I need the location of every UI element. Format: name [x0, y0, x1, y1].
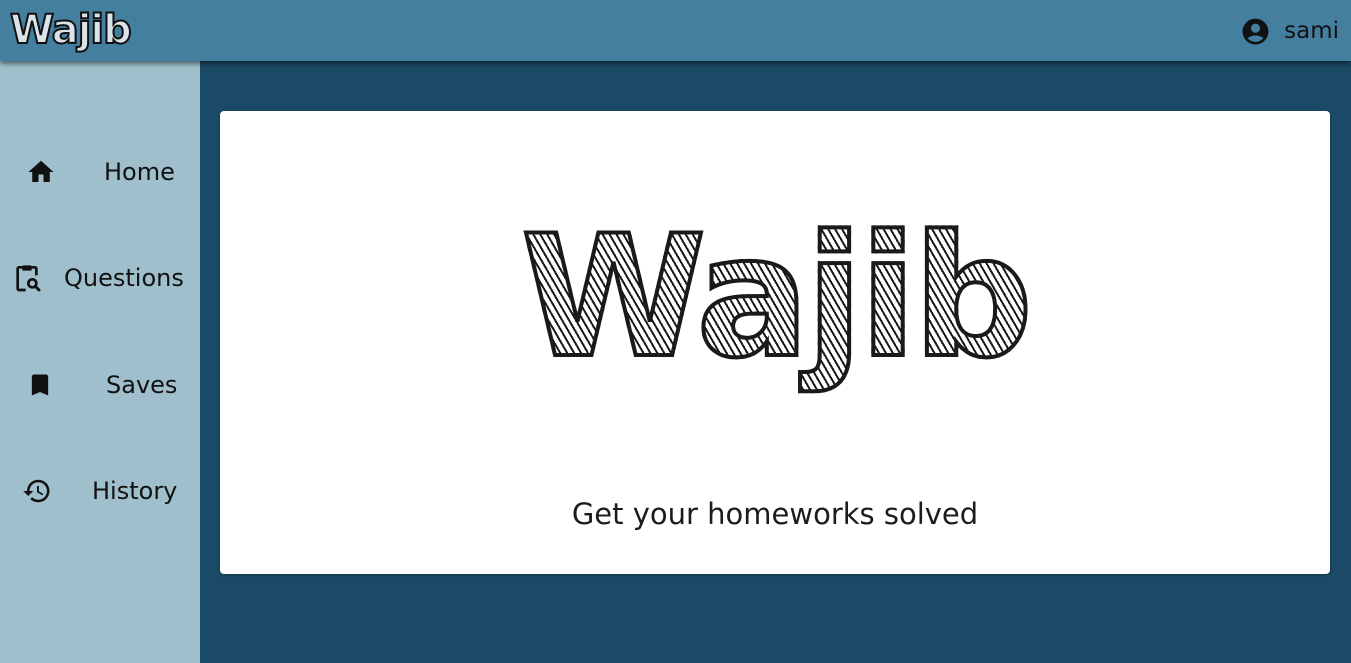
sidebar-item-saves[interactable]: Saves [0, 355, 200, 415]
brand-logo[interactable]: Wajib [9, 4, 133, 56]
sidebar-item-label: History [92, 477, 178, 505]
home-icon [26, 157, 56, 187]
clipboard-search-icon [11, 262, 43, 294]
app-root: Wajib sami Home Questions Saves History … [0, 0, 1351, 663]
user-name: sami [1284, 18, 1339, 44]
sidebar-item-label: Saves [106, 371, 178, 399]
sidebar-item-label: Home [104, 158, 175, 186]
sidebar-item-questions[interactable]: Questions [0, 248, 200, 308]
sidebar-item-home[interactable]: Home [0, 142, 200, 202]
sidebar-item-history[interactable]: History [0, 461, 200, 521]
sidebar-item-label: Questions [64, 264, 184, 292]
history-icon [22, 476, 52, 506]
sidebar: Home Questions Saves History [0, 61, 200, 663]
hero-card: Wajib Get your homeworks solved [220, 111, 1330, 574]
bookmark-icon [26, 370, 54, 400]
hero-logo: Wajib [220, 205, 1330, 389]
hero-logo-text: Wajib [519, 199, 1035, 395]
top-bar: Wajib sami [0, 0, 1351, 61]
user-menu[interactable]: sami [1240, 14, 1339, 48]
hero-tagline: Get your homeworks solved [571, 497, 979, 531]
account-circle-icon [1240, 16, 1271, 47]
